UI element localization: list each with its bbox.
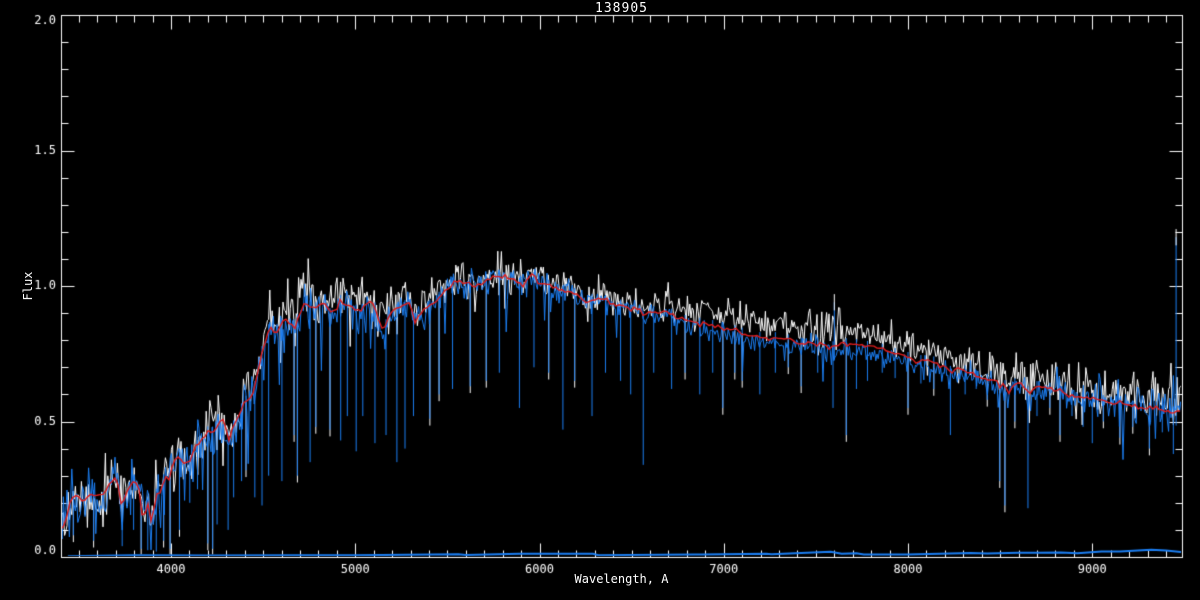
y-axis-label: Flux bbox=[21, 271, 35, 301]
spectrum-plot: 138905 Wavelength, A Flux bbox=[0, 0, 1200, 600]
plot-title: 138905 bbox=[595, 1, 648, 16]
x-axis-label: Wavelength, A bbox=[574, 572, 669, 586]
spectrum-plot-canvas bbox=[0, 0, 1200, 600]
